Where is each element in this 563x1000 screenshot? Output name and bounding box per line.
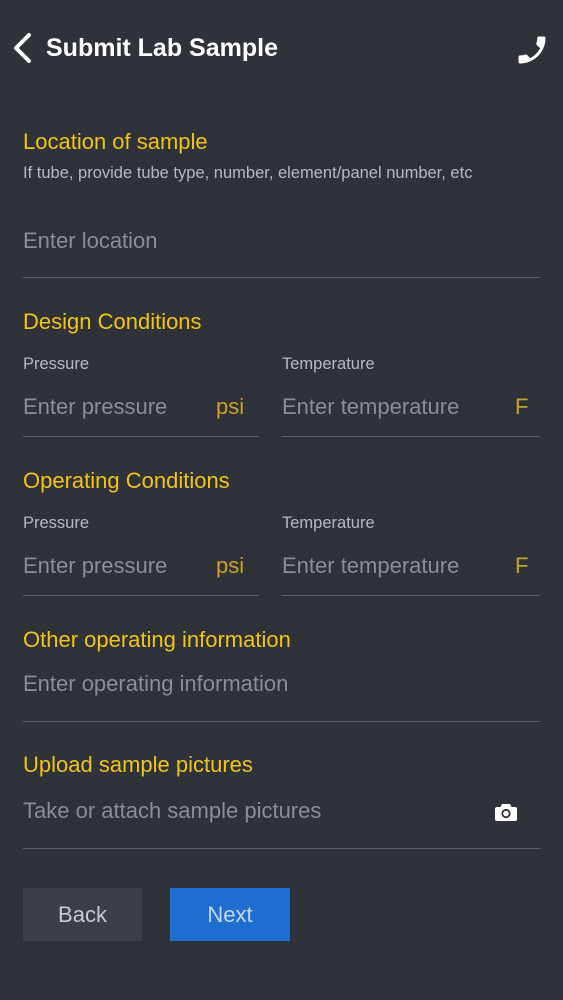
upload-underline bbox=[23, 848, 540, 849]
operating-temperature-unit: F bbox=[515, 553, 529, 578]
location-hint: If tube, provide tube type, number, elem… bbox=[23, 164, 473, 182]
operating-temperature-input[interactable]: Enter temperature bbox=[282, 552, 459, 580]
design-pressure-input[interactable]: Enter pressure bbox=[23, 393, 167, 421]
location-input-underline bbox=[23, 277, 540, 278]
design-pressure-unit: psi bbox=[216, 394, 245, 419]
operating-temperature-label: Temperature bbox=[282, 514, 375, 532]
operating-pressure-label: Pressure bbox=[23, 514, 90, 532]
upload-pictures-input[interactable]: Take or attach sample pictures bbox=[23, 797, 321, 825]
page-title: Submit Lab Sample bbox=[46, 34, 278, 62]
design-temperature-unit: F bbox=[515, 394, 529, 419]
design-temperature-underline bbox=[282, 436, 540, 437]
operating-pressure-underline bbox=[23, 595, 259, 596]
location-section-title: Location of sample bbox=[23, 129, 208, 154]
next-button[interactable]: Next bbox=[170, 888, 290, 941]
design-temperature-input[interactable]: Enter temperature bbox=[282, 393, 459, 421]
design-conditions-title: Design Conditions bbox=[23, 309, 202, 334]
other-info-underline bbox=[23, 721, 540, 722]
design-pressure-underline bbox=[23, 436, 259, 437]
design-temperature-label: Temperature bbox=[282, 355, 375, 373]
back-button[interactable]: Back bbox=[23, 888, 142, 941]
camera-icon[interactable] bbox=[495, 803, 517, 821]
operating-temperature-underline bbox=[282, 595, 540, 596]
other-info-input[interactable]: Enter operating information bbox=[23, 670, 540, 698]
top-bar: Submit Lab Sample bbox=[0, 0, 563, 96]
operating-pressure-input[interactable]: Enter pressure bbox=[23, 552, 167, 580]
upload-title: Upload sample pictures bbox=[23, 752, 253, 777]
operating-conditions-title: Operating Conditions bbox=[23, 468, 230, 493]
phone-icon[interactable] bbox=[513, 32, 551, 68]
chevron-left-icon[interactable] bbox=[10, 32, 34, 64]
design-pressure-label: Pressure bbox=[23, 355, 90, 373]
operating-pressure-unit: psi bbox=[216, 553, 245, 578]
other-info-title: Other operating information bbox=[23, 627, 291, 652]
location-input[interactable]: Enter location bbox=[23, 227, 540, 255]
